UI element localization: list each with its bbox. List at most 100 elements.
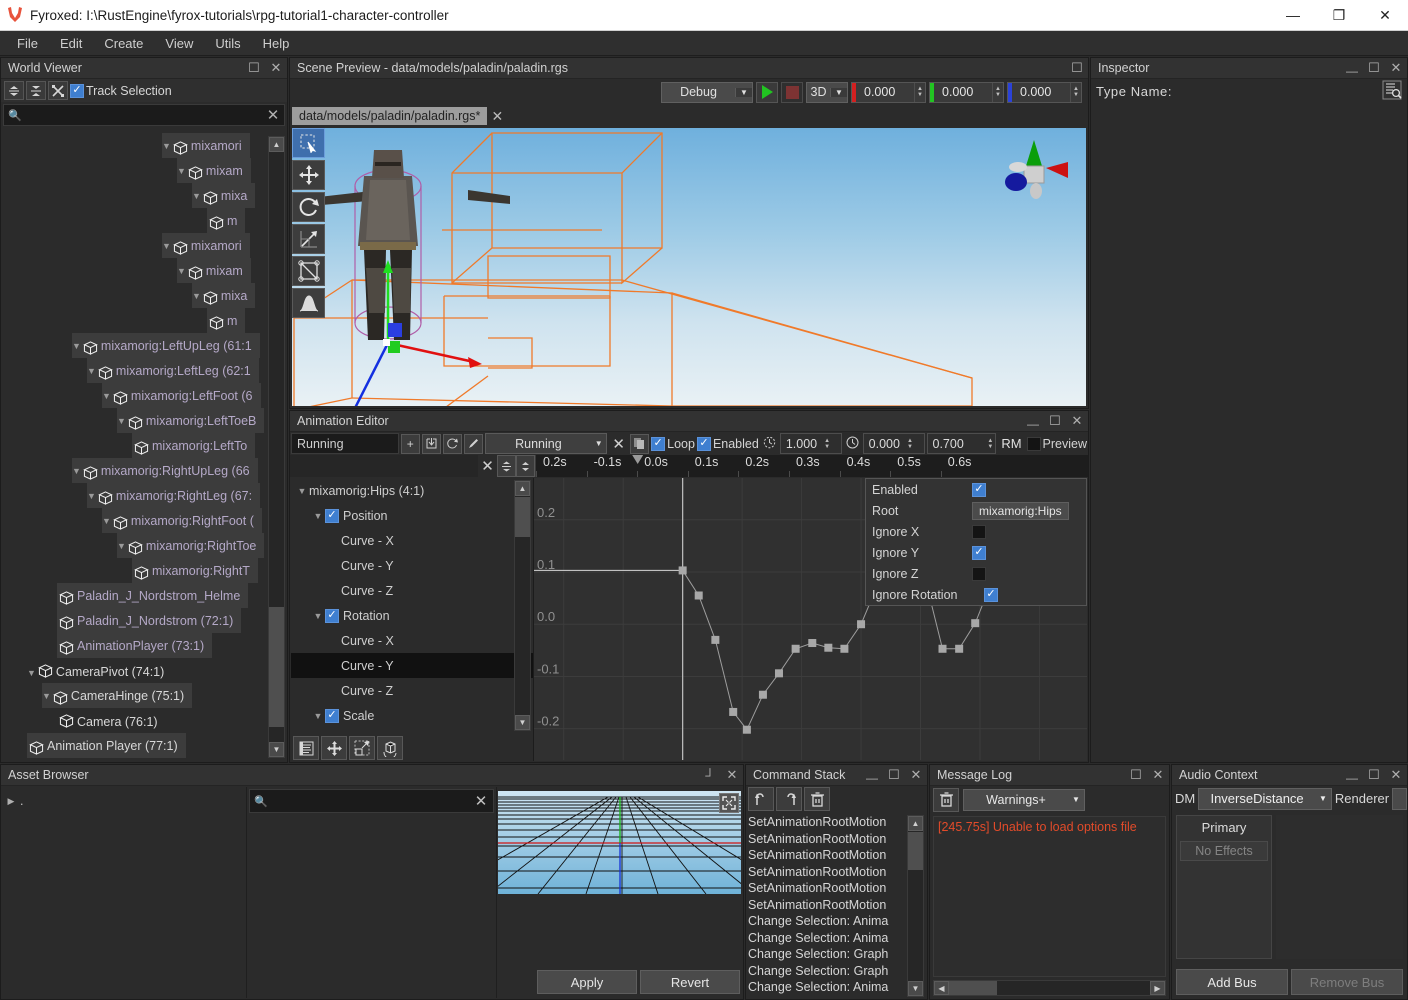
world-tree-item[interactable]: ▼ mixa [2,283,286,308]
command-stack-item[interactable]: Change Selection: Anima [748,931,925,948]
hscroll-right-icon[interactable]: ▶ [1150,981,1165,995]
command-stack-item[interactable]: SetAnimationRootMotion [748,848,925,865]
anim-track-item[interactable]: ▼ ✓ Scale [291,703,533,728]
track-position-icon[interactable] [321,736,347,760]
coord-y-spinner[interactable]: ▲ ▼ [992,82,1003,102]
expand-arrow-icon[interactable]: ▼ [72,466,81,476]
clear-timeline-icon[interactable]: ✕ [478,455,497,477]
root-motion-button[interactable]: RM [998,436,1024,451]
track-list-icon[interactable] [293,736,319,760]
animation-selector-dropdown[interactable]: Running ▼ [484,433,608,454]
asset-search-clear-icon[interactable]: ✕ [469,792,493,810]
coord-z-field[interactable]: 0.000 ▲ ▼ [1007,81,1082,103]
track-enable-checkbox[interactable]: ✓ [325,708,339,723]
track-scroll-up-icon[interactable]: ▲ [515,481,530,496]
add-bus-button[interactable]: Add Bus [1176,969,1288,995]
expand-arrow-icon[interactable]: ▼ [311,511,325,521]
world-tree-item[interactable]: ▼ mixamori [2,133,286,158]
world-tree-item[interactable]: ▼ mixamorig:LeftLeg (62:1 [2,358,286,383]
msg-maximize-icon[interactable]: ☐ [1125,767,1147,783]
log-filter-dropdown[interactable]: Warnings+ ▼ [963,788,1085,811]
length-spinner[interactable]: ▲ ▼ [985,438,995,450]
expand-tracks-icon[interactable] [516,455,535,477]
animation-name-field[interactable]: Running [291,433,399,454]
world-tree-item[interactable]: ▼ mixam [2,158,286,183]
expand-arrow-icon[interactable]: ▼ [102,391,111,401]
expand-arrow-icon[interactable]: ▼ [177,266,186,276]
expand-arrow-icon[interactable]: ▼ [117,541,126,551]
anim-track-item[interactable]: Curve - X [291,528,533,553]
rm-ignore-z-checkbox[interactable]: ✓ [972,566,986,581]
world-tree-item[interactable]: ▼ mixamorig:LeftUpLeg (61:1 [2,333,286,358]
render-mode-dropdown[interactable]: 3D ▼ [806,81,848,103]
clear-log-icon[interactable] [933,787,959,812]
scene-tab-close-icon[interactable]: ✕ [487,108,507,125]
asset-folder-tree[interactable]: ▶ . [2,787,247,998]
delete-animation-icon[interactable]: ✕ [609,434,628,454]
expand-arrow-icon[interactable]: ▼ [87,491,96,501]
stop-button[interactable] [781,81,803,103]
world-tree-item[interactable]: AnimationPlayer (73:1) [2,633,286,658]
scroll-thumb[interactable] [269,607,284,727]
command-stack-scrollbar[interactable]: ▲ ▼ [907,815,924,997]
command-stack-item[interactable]: SetAnimationRootMotion [748,815,925,832]
command-stack-item[interactable]: SetAnimationRootMotion [748,865,925,882]
world-tree-item[interactable]: m [2,208,286,233]
expand-arrow-icon[interactable]: ▼ [311,711,325,721]
world-tree-item[interactable]: ▼ mixa [2,183,286,208]
duplicate-animation-icon[interactable] [630,433,650,454]
scene-tab[interactable]: data/models/paladin/paladin.rgs* [292,107,488,125]
track-scale-icon[interactable] [349,736,375,760]
command-stack-item[interactable]: SetAnimationRootMotion [748,881,925,898]
inspector-maximize-icon[interactable]: ☐ [1363,60,1385,76]
distance-model-dropdown[interactable]: InverseDistance ▼ [1198,787,1332,810]
length-field[interactable]: 0.700 ▲ ▼ [926,433,997,454]
rm-ignore-y-checkbox[interactable]: ✓ [972,545,986,560]
track-scroll-thumb[interactable] [515,497,530,537]
viewport-3d[interactable] [292,128,1086,406]
anim-enabled-checkbox[interactable]: ✓ [696,436,711,451]
track-rotation-icon[interactable] [377,736,403,760]
animation-track-tree[interactable]: ▼ mixamorig:Hips (4:1) ▼ ✓ Position Curve - X… [291,478,533,761]
world-viewer-scrollbar[interactable]: ▲ ▼ [268,136,285,758]
world-tree-item[interactable]: ▼ CameraPivot (74:1) [2,658,286,683]
menu-view[interactable]: View [154,33,204,54]
command-stack-list[interactable]: SetAnimationRootMotion SetAnimationRootMo… [748,815,925,998]
inspector-close-icon[interactable]: ✕ [1385,60,1407,76]
world-tree-item[interactable]: Paladin_J_Nordstrom (72:1) [2,608,286,633]
loop-checkbox[interactable]: ✓ [651,436,666,451]
orientation-gizmo-icon[interactable] [988,136,1078,216]
expand-arrow-icon[interactable]: ▼ [177,166,186,176]
asset-preview-3d[interactable] [498,791,741,894]
apply-button[interactable]: Apply [537,970,637,994]
command-stack-item[interactable]: SetAnimationRootMotion [748,832,925,849]
scroll-up-icon[interactable]: ▲ [269,137,284,152]
world-tree-item[interactable]: Paladin_J_Nordstrom_Helme [2,583,286,608]
expand-arrow-icon[interactable]: ▼ [42,691,51,701]
world-tree-item[interactable]: mixamorig:RightT [2,558,286,583]
world-tree-item[interactable]: ▼ mixamorig:RightToe [2,533,286,558]
preview-checkbox[interactable]: ✓ [1026,436,1041,451]
menu-utils[interactable]: Utils [204,33,251,54]
play-button[interactable] [756,81,778,103]
time-field[interactable]: 0.000 ▲ ▼ [862,433,925,454]
audio-bus-list[interactable]: Primary No Effects [1176,815,1272,959]
collapse-tracks-icon[interactable] [497,455,516,477]
cmd-minimize-icon[interactable]: — [861,771,883,785]
locate-selection-icon[interactable] [48,81,68,100]
world-tree-item[interactable]: ▼ mixamorig:LeftToeB [2,408,286,433]
anim-track-item[interactable]: ▼ ✓ Position [291,503,533,528]
audio-effects-pane[interactable] [1276,815,1403,959]
world-tree-item[interactable]: ▼ mixamori [2,233,286,258]
fit-preview-icon[interactable] [719,793,739,813]
scene-preview-maximize-icon[interactable]: ☐ [1066,60,1088,76]
rm-ignore-rotation-checkbox[interactable]: ✓ [984,587,998,602]
speed-spinner[interactable]: ▲ ▼ [822,438,832,450]
world-tree-item[interactable]: ▼ CameraHinge (75:1) [2,683,286,708]
world-tree-item[interactable]: Animation Player (77:1) [2,733,286,758]
expand-arrow-icon[interactable]: ▼ [27,668,36,678]
track-selection-checkbox[interactable]: ✓ [70,83,84,98]
move-tool-icon[interactable] [292,160,325,190]
command-stack-item[interactable]: Change Selection: Graph [748,947,925,964]
track-tree-scrollbar[interactable]: ▲ ▼ [514,480,531,731]
